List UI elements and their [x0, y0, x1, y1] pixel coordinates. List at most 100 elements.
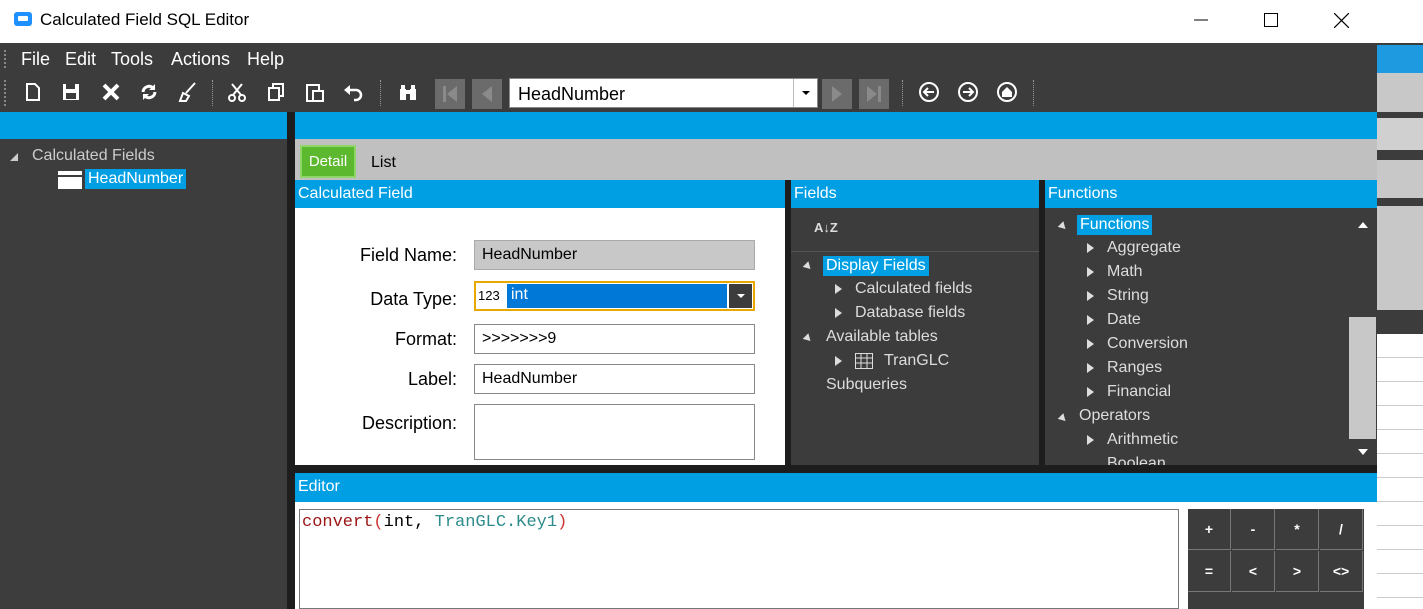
undo-icon[interactable]: [340, 78, 366, 106]
scroll-down-icon[interactable]: [1358, 449, 1368, 455]
collapsed-arrow-icon[interactable]: [1087, 435, 1094, 445]
expand-arrow-icon[interactable]: [1057, 221, 1069, 232]
collapsed-arrow-icon[interactable]: [1087, 363, 1094, 373]
expand-arrow-icon[interactable]: [10, 153, 19, 162]
operators-node[interactable]: Operators: [1079, 407, 1150, 425]
back-icon[interactable]: [916, 78, 942, 106]
expand-arrow-icon[interactable]: [802, 333, 814, 344]
refresh-icon[interactable]: [136, 78, 162, 106]
new-icon[interactable]: [20, 78, 46, 106]
minimize-button[interactable]: [1166, 0, 1236, 40]
database-fields-node[interactable]: Database fields: [855, 304, 965, 322]
bg-dark5: [1377, 310, 1423, 334]
menu-tools[interactable]: Tools: [111, 49, 153, 70]
expand-arrow-icon[interactable]: [802, 261, 814, 272]
format-input[interactable]: >>>>>>>9: [474, 324, 755, 354]
data-type-select[interactable]: 123 int: [474, 281, 755, 311]
functions-root-node[interactable]: Functions: [1077, 215, 1153, 235]
paste-icon[interactable]: [302, 78, 328, 106]
op-less-button[interactable]: <: [1232, 551, 1275, 592]
calculated-fields-node[interactable]: Calculated fields: [855, 280, 972, 298]
next-record-icon[interactable]: [822, 79, 852, 109]
folder-icon: [58, 171, 82, 189]
scroll-up-icon[interactable]: [1358, 222, 1368, 228]
menu-edit[interactable]: Edit: [65, 49, 96, 70]
function-ranges[interactable]: Ranges: [1107, 359, 1162, 377]
sql-editor[interactable]: convert(int, TranGLC.Key1): [299, 509, 1179, 609]
menu-file[interactable]: File: [21, 49, 50, 70]
chevron-down-icon[interactable]: [729, 284, 752, 308]
collapsed-arrow-icon[interactable]: [1087, 315, 1094, 325]
bg-dark3: [1377, 150, 1423, 160]
tree-item-headnumber[interactable]: HeadNumber: [85, 169, 187, 189]
collapsed-arrow-icon[interactable]: [1087, 267, 1094, 277]
op-multiply-button[interactable]: *: [1276, 509, 1319, 550]
cut-icon[interactable]: [224, 78, 250, 106]
op-minus-button[interactable]: -: [1232, 509, 1275, 550]
forward-icon[interactable]: [955, 78, 981, 106]
home-icon[interactable]: [994, 78, 1020, 106]
bg-blue: [1377, 45, 1423, 73]
menu-grip: [4, 50, 6, 68]
op-greater-button[interactable]: >: [1276, 551, 1319, 592]
function-financial[interactable]: Financial: [1107, 383, 1171, 401]
bg-dark4: [1377, 198, 1423, 206]
scrollbar-thumb[interactable]: [1349, 317, 1376, 439]
chevron-down-icon[interactable]: [793, 79, 817, 107]
functions-scrollbar[interactable]: [1349, 208, 1377, 465]
operator-boolean[interactable]: Boolean: [1107, 455, 1166, 465]
collapsed-arrow-icon[interactable]: [1087, 339, 1094, 349]
collapsed-arrow-icon[interactable]: [835, 308, 842, 318]
function-math[interactable]: Math: [1107, 263, 1143, 281]
operator-arithmetic[interactable]: Arithmetic: [1107, 431, 1178, 449]
tab-detail[interactable]: Detail: [300, 145, 356, 178]
copy-icon[interactable]: [263, 78, 289, 106]
binoculars-icon[interactable]: [395, 78, 421, 106]
app-icon: [14, 12, 32, 26]
menu-help[interactable]: Help: [247, 49, 284, 70]
collapsed-arrow-icon[interactable]: [1087, 243, 1094, 253]
delete-icon[interactable]: [98, 78, 124, 106]
function-string[interactable]: String: [1107, 287, 1149, 305]
function-aggregate[interactable]: Aggregate: [1107, 239, 1181, 257]
tree-root-label[interactable]: Calculated Fields: [32, 147, 155, 165]
tranglc-node[interactable]: TranGLC: [884, 352, 949, 370]
sort-az-icon[interactable]: A↓Z: [814, 220, 838, 235]
function-date[interactable]: Date: [1107, 311, 1141, 329]
format-label: Format:: [394, 329, 457, 349]
expand-arrow-icon[interactable]: [1057, 413, 1069, 424]
collapsed-arrow-icon[interactable]: [1087, 387, 1094, 397]
collapsed-arrow-icon[interactable]: [1087, 291, 1094, 301]
op-plus-button[interactable]: +: [1188, 509, 1231, 550]
last-record-icon[interactable]: [859, 79, 889, 109]
code-paren-close: ): [557, 513, 568, 532]
display-fields-node[interactable]: Display Fields: [823, 256, 929, 276]
maximize-button[interactable]: [1236, 0, 1306, 40]
function-conversion[interactable]: Conversion: [1107, 335, 1188, 353]
prev-record-icon[interactable]: [472, 79, 502, 109]
field-name-input[interactable]: HeadNumber: [474, 240, 755, 270]
close-button[interactable]: [1306, 0, 1376, 40]
available-tables-node[interactable]: Available tables: [826, 328, 938, 346]
splitter[interactable]: [287, 112, 295, 609]
bg-top: [1377, 0, 1423, 43]
op-divide-button[interactable]: /: [1320, 509, 1363, 550]
label-input[interactable]: HeadNumber: [474, 364, 755, 394]
save-icon[interactable]: [58, 78, 84, 106]
record-combo[interactable]: HeadNumber: [509, 78, 818, 108]
toolbar-separator: [902, 80, 904, 106]
tab-list[interactable]: List: [371, 154, 396, 172]
description-input[interactable]: [474, 404, 755, 460]
first-record-icon[interactable]: [435, 79, 465, 109]
op-not-equal-button[interactable]: <>: [1320, 551, 1363, 592]
number-type-icon: 123: [478, 288, 500, 303]
title-bar: Calculated Field SQL Editor: [0, 0, 1377, 43]
collapsed-arrow-icon[interactable]: [835, 284, 842, 294]
clear-icon[interactable]: [174, 78, 200, 106]
subqueries-node[interactable]: Subqueries: [826, 376, 907, 394]
menu-actions[interactable]: Actions: [171, 49, 230, 70]
clipped-row: Boolean: [1045, 454, 1349, 465]
op-equals-button[interactable]: =: [1188, 551, 1231, 592]
collapsed-arrow-icon[interactable]: [835, 356, 842, 366]
data-type-label: Data Type:: [370, 289, 457, 309]
